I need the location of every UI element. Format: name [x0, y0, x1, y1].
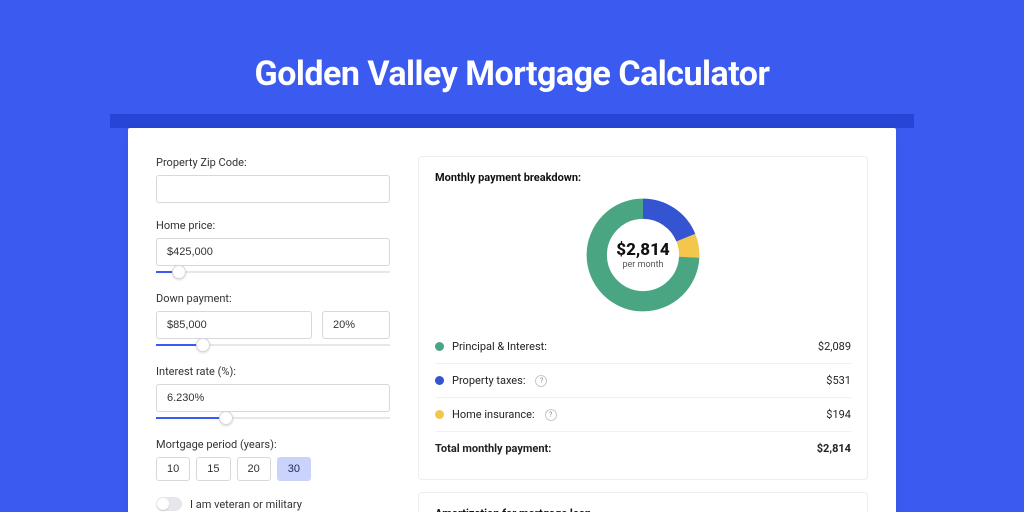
- breakdown-total-row: Total monthly payment: $2,814: [435, 431, 851, 465]
- breakdown-row: Principal & Interest: $2,089: [435, 330, 851, 363]
- page-title: Golden Valley Mortgage Calculator: [255, 54, 770, 94]
- breakdown-row: Property taxes:? $531: [435, 363, 851, 397]
- breakdown-value: $2,089: [818, 340, 851, 353]
- legend-dot: [435, 342, 444, 351]
- zip-field: Property Zip Code:: [156, 156, 390, 203]
- down-payment-slider[interactable]: [156, 341, 390, 349]
- period-btn-15[interactable]: 15: [196, 457, 230, 481]
- period-field: Mortgage period (years): 1015 2030: [156, 438, 390, 481]
- down-payment-percent-input[interactable]: [322, 311, 390, 339]
- form-column: Property Zip Code: Home price: Down paym…: [156, 156, 390, 512]
- period-btn-30[interactable]: 30: [277, 457, 311, 481]
- info-icon[interactable]: ?: [535, 375, 547, 387]
- legend-dot: [435, 410, 444, 419]
- donut-value: $2,814: [616, 240, 669, 260]
- period-btn-20[interactable]: 20: [237, 457, 271, 481]
- period-btn-10[interactable]: 10: [156, 457, 190, 481]
- breakdown-title: Monthly payment breakdown:: [435, 171, 851, 184]
- toggle-knob: [157, 498, 169, 510]
- home-price-label: Home price:: [156, 219, 390, 232]
- interest-rate-field: Interest rate (%):: [156, 365, 390, 422]
- period-label: Mortgage period (years):: [156, 438, 390, 451]
- amortization-panel: Amortization for mortgage loan Amortizat…: [418, 492, 868, 512]
- breakdown-label: Property taxes:: [452, 374, 525, 387]
- slider-thumb[interactable]: [219, 411, 233, 425]
- breakdown-row: Home insurance:? $194: [435, 397, 851, 431]
- veteran-toggle[interactable]: [156, 497, 182, 511]
- zip-input[interactable]: [156, 175, 390, 203]
- results-column: Monthly payment breakdown: $2,814 per mo…: [418, 156, 868, 512]
- total-label: Total monthly payment:: [435, 442, 551, 455]
- donut-sub: per month: [622, 260, 663, 270]
- down-payment-amount-input[interactable]: [156, 311, 312, 339]
- total-value: $2,814: [817, 442, 851, 455]
- legend-dot: [435, 376, 444, 385]
- zip-label: Property Zip Code:: [156, 156, 390, 169]
- amortization-title: Amortization for mortgage loan: [435, 507, 851, 512]
- info-icon[interactable]: ?: [545, 409, 557, 421]
- home-price-field: Home price:: [156, 219, 390, 276]
- breakdown-value: $531: [826, 374, 851, 387]
- veteran-label: I am veteran or military: [190, 498, 302, 511]
- slider-thumb[interactable]: [172, 265, 186, 279]
- down-payment-label: Down payment:: [156, 292, 390, 305]
- interest-rate-input[interactable]: [156, 384, 390, 412]
- down-payment-field: Down payment:: [156, 292, 390, 349]
- home-price-input[interactable]: [156, 238, 390, 266]
- accent-band: [110, 114, 914, 128]
- slider-thumb[interactable]: [196, 338, 210, 352]
- breakdown-value: $194: [826, 408, 851, 421]
- interest-rate-slider[interactable]: [156, 414, 390, 422]
- interest-rate-label: Interest rate (%):: [156, 365, 390, 378]
- breakdown-panel: Monthly payment breakdown: $2,814 per mo…: [418, 156, 868, 480]
- home-price-slider[interactable]: [156, 268, 390, 276]
- breakdown-label: Home insurance:: [452, 408, 535, 421]
- calculator-card: Property Zip Code: Home price: Down paym…: [128, 128, 896, 512]
- breakdown-label: Principal & Interest:: [452, 340, 547, 353]
- veteran-row: I am veteran or military: [156, 497, 390, 511]
- donut-chart: $2,814 per month: [435, 194, 851, 316]
